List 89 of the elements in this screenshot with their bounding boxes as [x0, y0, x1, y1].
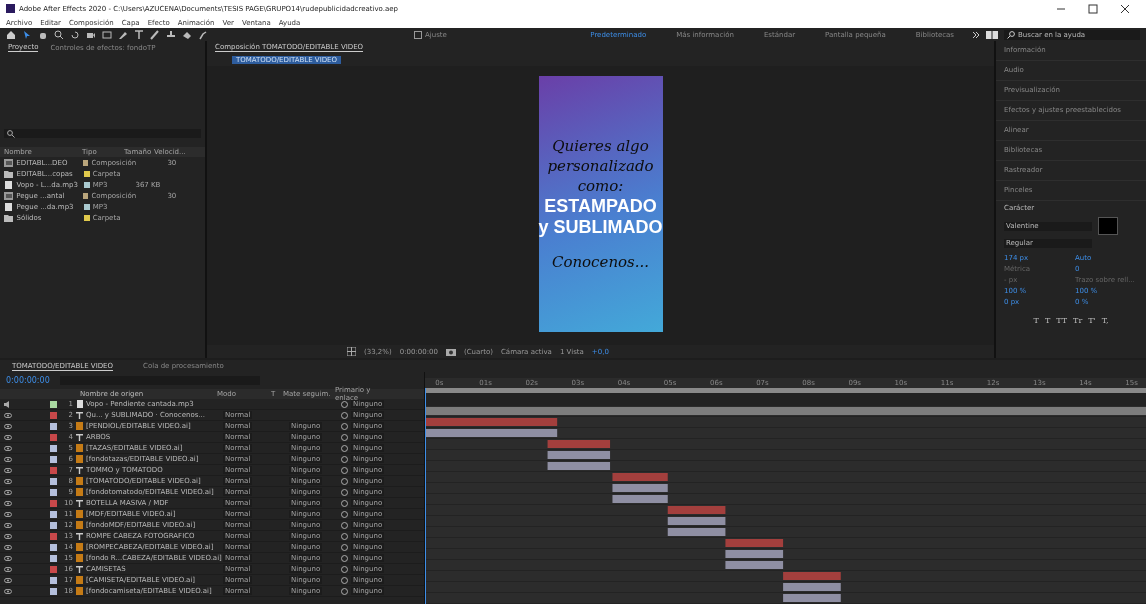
audio-file-icon — [76, 400, 83, 408]
label-color-swatch[interactable] — [83, 214, 90, 221]
close-icon[interactable] — [1120, 3, 1130, 14]
text-style-button[interactable]: Tr — [1073, 316, 1083, 326]
eye-icon[interactable] — [4, 555, 12, 561]
poster-text: Conocenos... — [551, 252, 650, 273]
project-search-field[interactable] — [4, 129, 201, 139]
layer-color-label[interactable] — [50, 499, 57, 507]
illustrator-file-icon — [76, 422, 83, 430]
snap-checkbox[interactable] — [414, 30, 422, 39]
pen-icon[interactable] — [118, 29, 128, 40]
layer-color-label[interactable] — [50, 587, 57, 595]
layer-color-label[interactable] — [50, 576, 57, 584]
folder-icon — [4, 213, 14, 222]
text-style-button[interactable]: T, — [1101, 316, 1109, 326]
layer-color-label[interactable] — [50, 532, 57, 540]
eye-icon[interactable] — [4, 478, 12, 484]
eye-icon[interactable] — [4, 423, 12, 429]
pointer-icon[interactable] — [22, 29, 32, 40]
poster-text: ESTAMPADO — [544, 196, 657, 218]
timecode[interactable]: 0:00:00:00 — [6, 376, 50, 385]
zoom-icon[interactable] — [54, 29, 64, 40]
eye-icon[interactable] — [4, 489, 12, 495]
eye-icon[interactable] — [4, 500, 12, 506]
eye-icon[interactable] — [4, 467, 12, 473]
eye-icon[interactable] — [4, 566, 12, 572]
layer-color-label[interactable] — [50, 510, 57, 518]
text-layer-icon — [76, 433, 83, 441]
layer-color-label[interactable] — [50, 488, 57, 496]
audio-file-icon — [4, 180, 14, 189]
layer-color-label[interactable] — [50, 455, 57, 463]
app-logo-icon — [6, 4, 15, 14]
rectangle-icon[interactable] — [102, 29, 112, 40]
brush-icon[interactable] — [150, 29, 160, 40]
chevron-icon[interactable] — [972, 30, 980, 39]
layer-color-label[interactable] — [50, 565, 57, 573]
label-color-swatch[interactable] — [83, 181, 90, 188]
layer-color-label[interactable] — [50, 466, 57, 474]
poster-text: y SUBLIMADO — [538, 217, 663, 239]
composition-icon — [4, 191, 14, 200]
text-style-button[interactable]: TT — [1056, 316, 1068, 326]
eye-icon[interactable] — [4, 577, 12, 583]
fill-color-swatch[interactable] — [1098, 217, 1118, 236]
poster-text: Quieres algo — [552, 136, 649, 157]
stamp-icon[interactable] — [166, 29, 176, 40]
label-color-swatch[interactable] — [83, 203, 90, 210]
text-layer-icon — [76, 565, 83, 573]
layer-color-label[interactable] — [50, 554, 57, 562]
text-tool-icon[interactable] — [134, 29, 144, 40]
poster-text: personalizado — [547, 156, 654, 177]
maximize-icon[interactable] — [1088, 3, 1098, 14]
eye-icon[interactable] — [4, 522, 12, 528]
search-icon — [7, 129, 15, 138]
eye-icon[interactable] — [4, 412, 12, 418]
rotate-icon[interactable] — [70, 29, 80, 40]
eye-icon[interactable] — [4, 533, 12, 539]
poster-text: como: — [577, 176, 624, 197]
label-color-swatch[interactable] — [82, 192, 89, 199]
eye-icon[interactable] — [4, 588, 12, 594]
camera-icon[interactable] — [445, 347, 456, 356]
eye-icon[interactable] — [4, 544, 12, 550]
grid-icon[interactable] — [347, 347, 356, 356]
text-style-button[interactable]: T — [1044, 316, 1051, 326]
label-color-swatch[interactable] — [83, 170, 90, 177]
audio-file-icon — [4, 202, 14, 211]
search-icon — [1007, 30, 1015, 39]
layer-color-label[interactable] — [50, 444, 57, 452]
layer-color-label[interactable] — [50, 422, 57, 430]
text-layer-icon — [76, 499, 83, 507]
text-style-button[interactable]: T — [1033, 316, 1039, 326]
layer-color-label[interactable] — [50, 433, 57, 441]
layer-color-label[interactable] — [50, 477, 57, 485]
eye-icon[interactable] — [4, 511, 12, 517]
layer-color-label[interactable] — [50, 521, 57, 529]
panel-layout-icon[interactable] — [986, 30, 998, 39]
label-color-swatch[interactable] — [82, 159, 89, 166]
composition-icon — [4, 158, 14, 167]
layer-color-label[interactable] — [50, 411, 57, 419]
layer-color-label[interactable] — [50, 543, 57, 551]
home-icon[interactable] — [6, 29, 16, 40]
eye-icon[interactable] — [4, 445, 12, 451]
folder-icon — [4, 169, 14, 178]
text-layer-icon — [76, 532, 83, 540]
text-layer-icon — [76, 466, 83, 474]
layer-color-label[interactable] — [50, 400, 57, 408]
text-style-button[interactable]: T' — [1088, 316, 1096, 326]
eye-icon[interactable] — [4, 456, 12, 462]
text-layer-icon — [76, 411, 83, 419]
eye-icon[interactable] — [4, 434, 12, 440]
